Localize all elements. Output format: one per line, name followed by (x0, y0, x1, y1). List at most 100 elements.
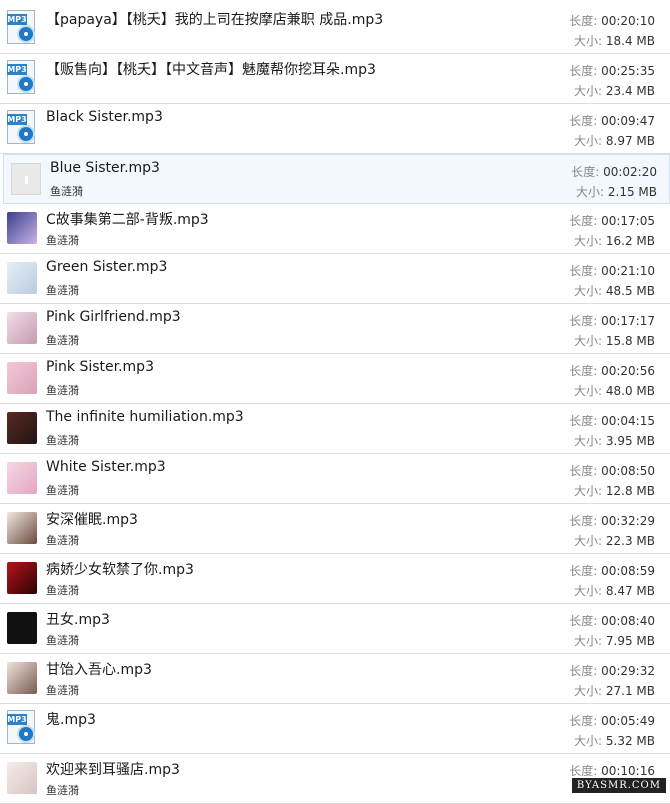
duration-field: 长度: 00:21:10 (569, 262, 655, 279)
file-title: C故事集第二部-背叛.mp3 (46, 212, 209, 228)
duration-label: 长度: (569, 564, 602, 578)
album-art-thumbnail (7, 762, 37, 794)
duration-field: 长度: 00:09:47 (569, 112, 655, 129)
file-row[interactable]: MP3 鬼.mp3 长度: 00:05:49 大小: 5.32 MB (0, 704, 670, 754)
duration-label: 长度: (569, 214, 602, 228)
size-value: 5.32 MB (605, 734, 655, 748)
size-label: 大小: (574, 234, 606, 248)
size-field: 大小: 16.2 MB (574, 232, 655, 249)
file-row[interactable]: 安深催眠.mp3 鱼涟漪 长度: 00:32:29 大小: 22.3 MB (0, 504, 670, 554)
mp3-file-icon: MP3 (7, 60, 39, 96)
size-field: 大小: 7.95 MB (574, 632, 655, 649)
file-row[interactable]: MP3 Black Sister.mp3 长度: 00:09:47 大小: 8.97 … (0, 104, 670, 154)
mp3-file-icon: MP3 (7, 110, 39, 146)
duration-field: 长度: 00:32:29 (569, 512, 655, 529)
file-artist: 鱼涟漪 (50, 185, 83, 198)
file-title: 【papaya】【桃夭】我的上司在按摩店兼职 成品.mp3 (46, 12, 384, 28)
placeholder-cover-icon (11, 163, 41, 195)
size-field: 大小: 8.97 MB (574, 132, 655, 149)
size-field: 大小: 5.32 MB (574, 732, 655, 749)
duration-label: 长度: (569, 614, 602, 628)
duration-field: 长度: 00:25:35 (569, 62, 655, 79)
album-art-thumbnail (7, 612, 37, 644)
duration-value: 00:17:05 (601, 214, 655, 228)
duration-label: 长度: (569, 414, 602, 428)
file-title: 丑女.mp3 (46, 612, 110, 628)
size-label: 大小: (576, 185, 608, 199)
size-value: 8.97 MB (605, 134, 655, 148)
file-artist: 鱼涟漪 (46, 634, 79, 647)
file-row[interactable]: 病娇少女软禁了你.mp3 鱼涟漪 长度: 00:08:59 大小: 8.47 MB (0, 554, 670, 604)
file-artist: 鱼涟漪 (46, 784, 79, 797)
duration-field: 长度: 00:02:20 (571, 163, 657, 180)
file-artist: 鱼涟漪 (46, 434, 79, 447)
size-label: 大小: (574, 384, 606, 398)
size-value: 8.47 MB (605, 584, 655, 598)
size-field: 大小: 23.4 MB (574, 82, 655, 99)
duration-value: 00:02:20 (603, 165, 657, 179)
file-title: Pink Sister.mp3 (46, 359, 154, 375)
file-title: 鬼.mp3 (46, 712, 96, 728)
size-value: 2.15 MB (607, 185, 657, 199)
file-row[interactable]: MP3 【papaya】【桃夭】我的上司在按摩店兼职 成品.mp3 长度: 00:2… (0, 4, 670, 54)
file-artist: 鱼涟漪 (46, 584, 79, 597)
mp3-file-icon: MP3 (7, 710, 39, 746)
duration-value: 00:10:16 (601, 764, 655, 778)
size-field: 大小: 27.1 MB (574, 682, 655, 699)
duration-field: 长度: 00:17:17 (569, 312, 655, 329)
file-row[interactable]: MP3 【贩售向】【桃夭】【中文音声】魅魔帮你挖耳朵.mp3 长度: 00:25:3… (0, 54, 670, 104)
file-row[interactable]: 甘饴入吾心.mp3 鱼涟漪 长度: 00:29:32 大小: 27.1 MB (0, 654, 670, 704)
album-art-thumbnail (7, 662, 37, 694)
size-value: 16.2 MB (605, 234, 655, 248)
file-row[interactable]: 欢迎来到耳骚店.mp3 鱼涟漪 长度: 00:10:16 (0, 754, 670, 804)
duration-field: 长度: 00:20:56 (569, 362, 655, 379)
duration-value: 00:08:40 (601, 614, 655, 628)
duration-label: 长度: (569, 364, 602, 378)
file-title: Pink Girlfriend.mp3 (46, 309, 181, 325)
file-artist: 鱼涟漪 (46, 484, 79, 497)
duration-field: 长度: 00:04:15 (569, 412, 655, 429)
size-label: 大小: (574, 284, 606, 298)
duration-value: 00:17:17 (601, 314, 655, 328)
file-title: Black Sister.mp3 (46, 109, 163, 125)
file-row[interactable]: Blue Sister.mp3 鱼涟漪 长度: 00:02:20 大小: 2.15 M… (3, 154, 670, 204)
file-row[interactable]: C故事集第二部-背叛.mp3 鱼涟漪 长度: 00:17:05 大小: 16.2 MB (0, 204, 670, 254)
size-label: 大小: (574, 484, 606, 498)
file-row[interactable]: 丑女.mp3 鱼涟漪 长度: 00:08:40 大小: 7.95 MB (0, 604, 670, 654)
duration-label: 长度: (569, 514, 602, 528)
size-value: 18.4 MB (605, 34, 655, 48)
size-label: 大小: (574, 584, 606, 598)
size-field: 大小: 2.15 MB (576, 183, 657, 200)
album-art-thumbnail (7, 462, 37, 494)
size-value: 3.95 MB (605, 434, 655, 448)
size-field: 大小: 22.3 MB (574, 532, 655, 549)
file-artist: 鱼涟漪 (46, 234, 79, 247)
size-value: 7.95 MB (605, 634, 655, 648)
album-art-thumbnail (7, 262, 37, 294)
file-row[interactable]: Pink Girlfriend.mp3 鱼涟漪 长度: 00:17:17 大小: 15… (0, 304, 670, 354)
file-artist: 鱼涟漪 (46, 684, 79, 697)
duration-value: 00:05:49 (601, 714, 655, 728)
duration-field: 长度: 00:29:32 (569, 662, 655, 679)
file-row[interactable]: White Sister.mp3 鱼涟漪 长度: 00:08:50 大小: 12.8 … (0, 454, 670, 504)
size-value: 27.1 MB (605, 684, 655, 698)
file-row[interactable]: Pink Sister.mp3 鱼涟漪 长度: 00:20:56 大小: 48.0 M… (0, 354, 670, 404)
duration-value: 00:32:29 (601, 514, 655, 528)
size-value: 12.8 MB (605, 484, 655, 498)
size-value: 23.4 MB (605, 84, 655, 98)
size-field: 大小: 18.4 MB (574, 32, 655, 49)
album-art-thumbnail (7, 312, 37, 344)
size-label: 大小: (574, 84, 606, 98)
duration-value: 00:29:32 (601, 664, 655, 678)
size-value: 15.8 MB (605, 334, 655, 348)
file-row[interactable]: The infinite humiliation.mp3 鱼涟漪 长度: 00:04… (0, 404, 670, 454)
size-label: 大小: (574, 134, 606, 148)
size-label: 大小: (574, 684, 606, 698)
album-art-thumbnail (7, 362, 37, 394)
file-artist: 鱼涟漪 (46, 384, 79, 397)
file-row[interactable]: Green Sister.mp3 鱼涟漪 长度: 00:21:10 大小: 48.5 … (0, 254, 670, 304)
duration-label: 长度: (569, 64, 602, 78)
duration-label: 长度: (569, 664, 602, 678)
album-art-thumbnail (7, 212, 37, 244)
album-art-thumbnail (7, 512, 37, 544)
